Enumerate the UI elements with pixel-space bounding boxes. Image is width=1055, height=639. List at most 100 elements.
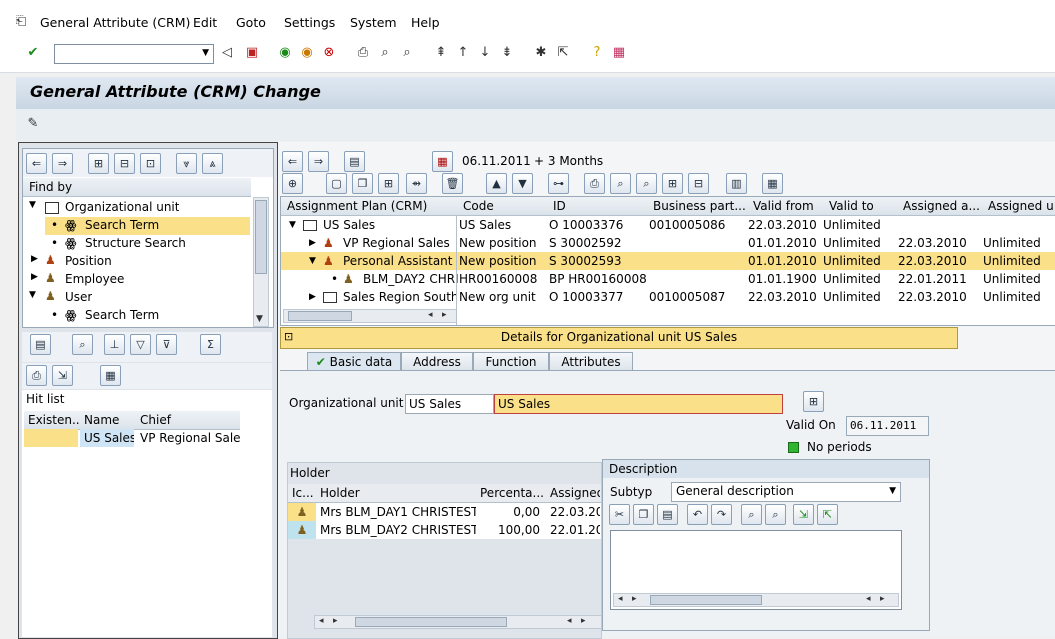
- column-valid-from[interactable]: Valid from: [753, 199, 823, 213]
- column-chief[interactable]: Chief: [140, 413, 240, 427]
- column-assigned-until[interactable]: Assigned u...: [988, 199, 1054, 213]
- menu-system[interactable]: System: [350, 15, 397, 30]
- collapse-left-icon[interactable]: ◁: [218, 44, 236, 62]
- details-icon[interactable]: ⊡: [140, 153, 161, 174]
- assign-icon[interactable]: ⇴: [406, 173, 427, 194]
- new-document-icon[interactable]: ▢: [326, 173, 347, 194]
- scroll-right-icon[interactable]: ▸: [880, 594, 885, 604]
- tree-node-structure-search[interactable]: • ꙮ Structure Search: [45, 235, 250, 253]
- collapse-node-icon[interactable]: ⊟: [688, 173, 709, 194]
- expand-node-icon[interactable]: ⊞: [662, 173, 683, 194]
- scroll-left-icon[interactable]: ◂: [618, 594, 623, 604]
- column-holder[interactable]: Holder: [320, 486, 470, 500]
- list-icon[interactable]: ▤: [344, 151, 365, 172]
- cut-icon[interactable]: ✂: [609, 504, 630, 525]
- print-icon[interactable]: ⎙: [26, 365, 47, 386]
- description-textarea[interactable]: ◂ ▸ ◂ ▸: [610, 530, 902, 610]
- tab-function[interactable]: Function: [473, 352, 549, 371]
- table-row[interactable]: ▼ US Sales US Sales O 10003376 001000508…: [281, 216, 1055, 234]
- org-structure-icon[interactable]: ⊞: [803, 391, 824, 412]
- command-field[interactable]: ▼: [54, 44, 214, 64]
- import-icon[interactable]: ⇲: [793, 504, 814, 525]
- scroll-right-icon[interactable]: ▸: [632, 594, 637, 604]
- tree-expand-icon[interactable]: ▼: [29, 200, 36, 210]
- table-row[interactable]: ▶ ♟ VP Regional Sales New position S 300…: [281, 234, 1055, 252]
- tab-basic-data[interactable]: ✔ Basic data: [307, 352, 401, 371]
- next-page-icon[interactable]: ↓: [476, 44, 494, 62]
- table-row[interactable]: ♟ Mrs BLM_DAY2 CHRISTEST 100,00 22.01.20: [288, 521, 601, 539]
- tree-collapsed-icon[interactable]: ▶: [31, 254, 38, 264]
- filter-icon[interactable]: ▽: [130, 334, 151, 355]
- layout-icon[interactable]: ▦: [762, 173, 783, 194]
- tab-attributes[interactable]: Attributes: [549, 352, 633, 371]
- scroll-left-icon[interactable]: ◂: [428, 310, 433, 320]
- tree-node-employee[interactable]: ▶ ♟ Employee: [29, 271, 249, 289]
- paste-icon[interactable]: ▤: [657, 504, 678, 525]
- expand-all-icon[interactable]: ⩔: [176, 153, 197, 174]
- tab-address[interactable]: Address: [401, 352, 473, 371]
- column-business-partner[interactable]: Business part...: [653, 199, 745, 213]
- tree-node-user[interactable]: ▼ ♟ User: [29, 289, 249, 307]
- redo-icon[interactable]: ↷: [711, 504, 732, 525]
- column-assignment-plan[interactable]: Assignment Plan (CRM): [287, 199, 455, 213]
- tree-node-organizational-unit[interactable]: ▼ Organizational unit: [29, 199, 249, 217]
- arrow-right-icon[interactable]: ⇒: [308, 151, 329, 172]
- scroll-left-icon[interactable]: ◂: [319, 616, 324, 626]
- column-valid-to[interactable]: Valid to: [829, 199, 897, 213]
- column-code[interactable]: Code: [463, 199, 549, 213]
- collapse-all-icon[interactable]: ⩓: [202, 153, 223, 174]
- tree-node-user-search-term[interactable]: • ꙮ Search Term: [45, 307, 250, 325]
- table-row-selected[interactable]: ▼ ♟ Personal Assistant New position S 30…: [281, 252, 1055, 270]
- column-name[interactable]: Name: [84, 413, 134, 427]
- delete-icon[interactable]: 🗑: [442, 173, 463, 194]
- find-next-icon[interactable]: ⌕: [765, 504, 786, 525]
- enter-check-icon[interactable]: ✔: [24, 44, 42, 62]
- shortcut-icon[interactable]: ⇱: [554, 44, 572, 62]
- tree-collapsed-icon[interactable]: ▶: [309, 234, 316, 252]
- calendar-icon[interactable]: ▦: [432, 151, 453, 172]
- plan-horizontal-scrollbar[interactable]: ◂ ▸: [283, 309, 457, 323]
- valid-on-field[interactable]: 06.11.2011: [846, 416, 929, 436]
- layout-menu-icon[interactable]: ▦: [610, 44, 628, 62]
- find-icon[interactable]: ⌕: [741, 504, 762, 525]
- sum-icon[interactable]: Σ: [200, 334, 221, 355]
- find-icon[interactable]: ⌕: [72, 334, 93, 355]
- column-existence[interactable]: Existen...: [28, 413, 80, 427]
- column-id[interactable]: ID: [553, 199, 649, 213]
- tree-node-position[interactable]: ▶ ♟ Position: [29, 253, 249, 271]
- menu-help[interactable]: Help: [411, 15, 440, 30]
- subtyp-select[interactable]: General description ▼: [671, 482, 901, 502]
- scroll-left-icon[interactable]: ◂: [567, 616, 572, 626]
- tree-collapsed-icon[interactable]: ▶: [309, 288, 316, 306]
- collapse-icon[interactable]: ⊟: [114, 153, 135, 174]
- details-view-icon[interactable]: ▤: [30, 334, 51, 355]
- print-icon[interactable]: ⎙: [584, 173, 605, 194]
- tree-collapsed-icon[interactable]: ▶: [31, 272, 38, 282]
- table-row[interactable]: ▶ Sales Region South New org unit O 1000…: [281, 288, 1055, 306]
- export-icon[interactable]: ⇲: [52, 365, 73, 386]
- table-row[interactable]: • ♟ BLM_DAY2 CHRIS HR00160008 BP HR00160…: [281, 270, 1055, 288]
- copy-icon[interactable]: ❐: [352, 173, 373, 194]
- menu-settings[interactable]: Settings: [284, 15, 335, 30]
- copy-icon[interactable]: ❐: [633, 504, 654, 525]
- expand-icon[interactable]: ⊞: [88, 153, 109, 174]
- undo-icon[interactable]: ↶: [687, 504, 708, 525]
- tree-expand-icon[interactable]: ▼: [309, 252, 316, 270]
- tree-node-search-term-selected[interactable]: • ꙮ Search Term: [45, 217, 250, 235]
- arrow-left-icon[interactable]: ⇐: [26, 153, 47, 174]
- cancel-icon[interactable]: ⊗: [320, 44, 338, 62]
- arrow-left-icon[interactable]: ⇐: [282, 151, 303, 172]
- export-icon[interactable]: ⇱: [817, 504, 838, 525]
- back-icon[interactable]: ◉: [276, 44, 294, 62]
- find-icon[interactable]: ⌕: [376, 44, 394, 62]
- arrow-right-icon[interactable]: ⇒: [52, 153, 73, 174]
- scroll-thumb[interactable]: [355, 617, 507, 627]
- menu-goto[interactable]: Goto: [236, 15, 266, 30]
- chevron-down-icon[interactable]: ▼: [202, 48, 209, 58]
- print-icon[interactable]: ⎙: [354, 44, 372, 62]
- system-menu-icon[interactable]: ⎗: [12, 13, 30, 31]
- exit-icon[interactable]: ◉: [298, 44, 316, 62]
- scroll-right-icon[interactable]: ▸: [442, 310, 447, 320]
- save-icon[interactable]: ▣: [243, 44, 261, 62]
- holder-horizontal-scrollbar[interactable]: ◂ ▸ ◂ ▸: [314, 615, 602, 629]
